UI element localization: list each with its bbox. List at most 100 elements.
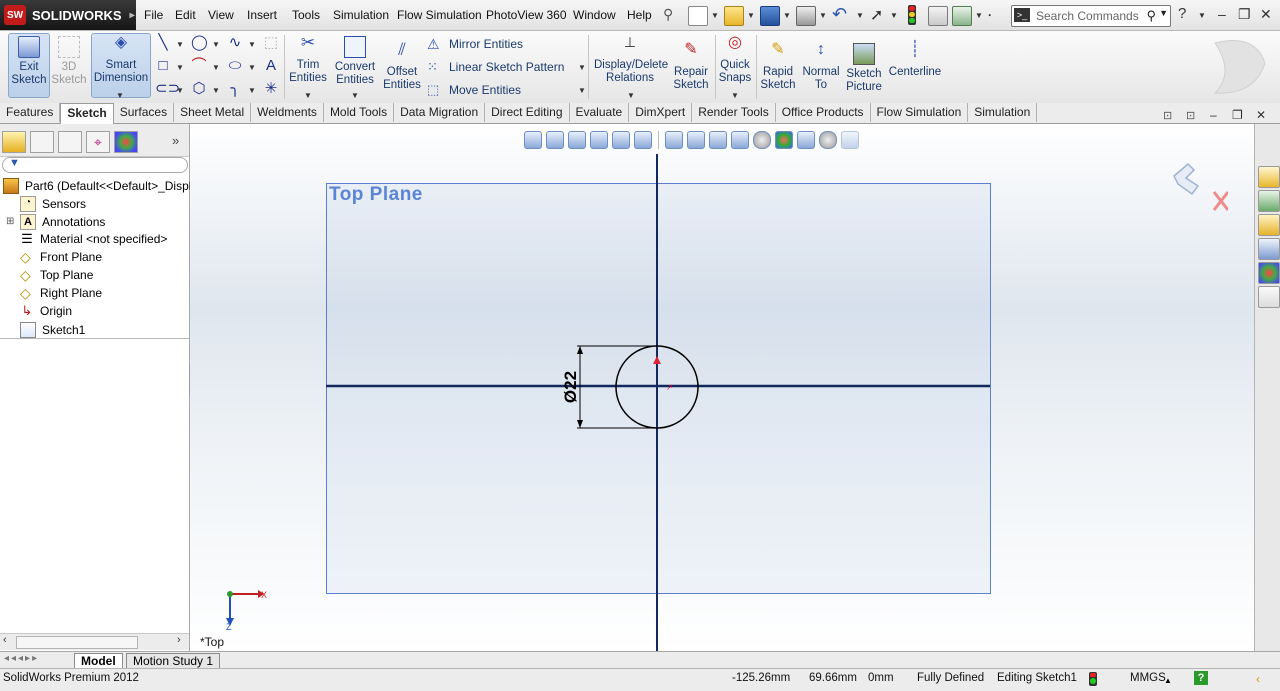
print-icon[interactable] [796, 6, 816, 26]
search-input[interactable]: Search Commands [1036, 9, 1139, 23]
offset-entities-button[interactable]: ⫽ Offset Entities [382, 41, 422, 92]
tile-vertical-icon[interactable]: ⊡ [1186, 109, 1195, 122]
tab-scroll-arrows-icon[interactable]: ◂◂◂▸▸ [4, 653, 39, 664]
doc-restore-icon[interactable]: ❐ [1232, 108, 1243, 122]
tree-item-right-plane[interactable]: ◇ Right Plane [20, 286, 102, 300]
menu-window[interactable]: Window [573, 8, 616, 22]
open-dropdown-icon[interactable]: ▼ [747, 11, 755, 20]
circle-icon[interactable]: ◯ [191, 35, 208, 51]
menu-view[interactable]: View [208, 8, 234, 22]
undo-dropdown-icon[interactable]: ▼ [856, 11, 864, 20]
expand-panel-icon[interactable]: » [172, 133, 179, 148]
new-document-icon[interactable] [688, 6, 708, 26]
tab-mold-tools[interactable]: Mold Tools [324, 103, 395, 122]
move-dropdown-icon[interactable]: ▼ [578, 86, 586, 95]
polygon-icon[interactable]: ⬡ [191, 81, 207, 97]
quick-snaps-button[interactable]: ◎ Quick Snaps [718, 34, 752, 85]
exit-sketch-button[interactable]: Exit Sketch [8, 33, 50, 98]
menu-edit[interactable]: Edit [175, 8, 196, 22]
diameter-dimension[interactable]: Ø22 [561, 371, 580, 403]
sketch-fillet-dropdown-icon[interactable]: ▼ [248, 86, 256, 95]
tree-item-sensors[interactable]: ◔ Sensors [20, 196, 86, 212]
trim-entities-button[interactable]: ✂ Trim Entities [288, 34, 328, 85]
convert-dropdown-icon[interactable]: ▼ [351, 91, 359, 100]
print-dropdown-icon[interactable]: ▼ [819, 11, 827, 20]
doc-minimize-icon[interactable]: – [1210, 108, 1217, 122]
tree-item-annotations[interactable]: A Annotations [20, 214, 105, 230]
minimize-window-icon[interactable]: – [1218, 6, 1226, 22]
view-palette-icon[interactable] [1258, 238, 1280, 260]
trim-dropdown-icon[interactable]: ▼ [304, 91, 312, 100]
property-manager-tab-icon[interactable] [30, 131, 54, 153]
save-icon[interactable] [760, 6, 780, 26]
exit-sketch-corner-icon[interactable] [1173, 162, 1200, 196]
design-library-icon[interactable] [1258, 190, 1280, 212]
tree-item-top-plane[interactable]: ◇ Top Plane [20, 268, 93, 282]
spline-dropdown-icon[interactable]: ▼ [248, 40, 256, 49]
tab-flow-simulation[interactable]: Flow Simulation [871, 103, 969, 122]
help-dropdown-icon[interactable]: ▼ [1198, 11, 1206, 20]
units-dropdown-icon[interactable]: ▲ [1164, 676, 1172, 685]
tile-horizontal-icon[interactable]: ⊡ [1163, 109, 1172, 122]
tab-direct-editing[interactable]: Direct Editing [485, 103, 570, 122]
slot-dropdown-icon[interactable]: ▼ [176, 86, 184, 95]
pattern-dropdown-icon[interactable]: ▼ [578, 63, 586, 72]
convert-entities-button[interactable]: Convert Entities [332, 34, 378, 87]
new-dropdown-icon[interactable]: ▼ [711, 11, 719, 20]
sketch-picture-button[interactable]: Sketch Picture [844, 41, 884, 94]
tree-filter-input[interactable]: ▼ [2, 157, 188, 173]
normal-to-button[interactable]: ↕ Normal To [801, 41, 841, 92]
move-entities-button[interactable]: ⬚ Move Entities [427, 82, 521, 98]
options-icon[interactable] [952, 6, 972, 26]
spline-icon[interactable]: ∿ [227, 35, 243, 51]
help-status-icon[interactable]: ? [1194, 671, 1208, 685]
line-dropdown-icon[interactable]: ▼ [176, 40, 184, 49]
mirror-entities-button[interactable]: ⚠ Mirror Entities [427, 36, 523, 52]
point-icon[interactable]: ✳ [263, 81, 279, 97]
tree-item-origin[interactable]: ↳ Origin [20, 304, 72, 319]
display-manager-tab-icon[interactable] [114, 131, 138, 153]
file-properties-icon[interactable] [928, 6, 948, 26]
expand-annotations-icon[interactable]: ⊞ [6, 216, 16, 227]
select-dropdown-icon[interactable]: ▼ [890, 11, 898, 20]
sketch-fillet-icon[interactable]: ╮ [227, 81, 243, 97]
tab-surfaces[interactable]: Surfaces [114, 103, 175, 122]
rebuild-status-icon[interactable] [1089, 672, 1097, 686]
centerline-button[interactable]: ┊ Centerline [888, 41, 942, 79]
polygon-dropdown-icon[interactable]: ▼ [212, 86, 220, 95]
relations-dropdown-icon[interactable]: ▼ [627, 91, 635, 100]
sketch-canvas[interactable]: ↗ Ø22 [190, 124, 1254, 651]
quick-snaps-dropdown-icon[interactable]: ▼ [731, 91, 739, 100]
tab-model[interactable]: Model [74, 653, 123, 669]
rectangle-dropdown-icon[interactable]: ▼ [176, 63, 184, 72]
arc-icon[interactable]: ⌒ [191, 58, 207, 74]
units-system[interactable]: MMGS [1130, 672, 1166, 684]
tab-features[interactable]: Features [0, 103, 61, 122]
tab-data-migration[interactable]: Data Migration [394, 103, 486, 122]
open-folder-icon[interactable] [724, 6, 744, 26]
circle-dropdown-icon[interactable]: ▼ [212, 40, 220, 49]
options-dropdown-icon[interactable]: ▼ [975, 11, 983, 20]
tab-weldments[interactable]: Weldments [251, 103, 324, 122]
tree-root-part[interactable]: Part6 (Default<<Default>_Displa [3, 178, 198, 194]
slot-icon[interactable]: ⊂⊃ [155, 81, 180, 97]
menu-tools[interactable]: Tools [292, 8, 320, 22]
resize-grip-icon[interactable]: ‹ [1256, 672, 1260, 686]
restore-window-icon[interactable]: ❐ [1238, 6, 1251, 23]
menu-photoview-360[interactable]: PhotoView 360 [486, 8, 567, 22]
tree-item-front-plane[interactable]: ◇ Front Plane [20, 250, 102, 264]
tab-sheet-metal[interactable]: Sheet Metal [174, 103, 252, 122]
search-dropdown-icon[interactable]: ▼ [1159, 8, 1168, 18]
more-tools-icon[interactable]: ꞏ [988, 8, 991, 23]
help-icon[interactable]: ? [1178, 5, 1186, 22]
tab-sketch[interactable]: Sketch [60, 103, 114, 124]
rapid-sketch-button[interactable]: ✎ Rapid Sketch [760, 41, 796, 92]
line-icon[interactable]: ╲ [155, 35, 171, 51]
tab-render-tools[interactable]: Render Tools [692, 103, 776, 122]
tab-evaluate[interactable]: Evaluate [570, 103, 630, 122]
solidworks-logo[interactable]: SW SOLIDWORKS ▸ [0, 0, 136, 30]
undo-icon[interactable]: ↶ [832, 4, 847, 25]
solidworks-resources-icon[interactable] [1258, 166, 1280, 188]
menu-file[interactable]: File [144, 8, 163, 22]
linear-sketch-pattern-button[interactable]: ⁙ Linear Sketch Pattern [427, 59, 564, 75]
